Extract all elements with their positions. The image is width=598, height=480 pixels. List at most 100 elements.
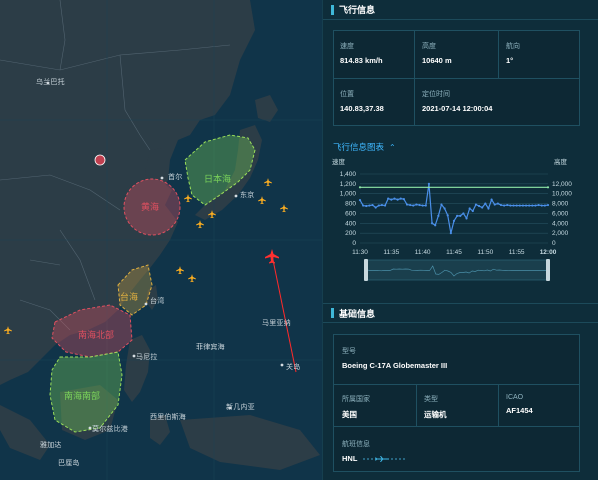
series-point (543, 204, 546, 207)
zone-label-scs-north: 南海北部 (78, 330, 115, 340)
map-view[interactable]: 乌兰巴托 东京 首尔 台湾 马尼拉 西里伯斯海 新几内亚 莫尔兹比港 雅加达 巴… (0, 0, 322, 480)
x-tick-label: 11:45 (446, 249, 462, 256)
series-point (393, 197, 396, 200)
series-point (465, 217, 468, 220)
y-right-tick-label: 10,000 (552, 191, 572, 198)
series-point (546, 203, 550, 207)
series-point (493, 203, 496, 206)
icao-cell: ICAO AF1454 (506, 394, 533, 415)
zoom-handle-right (546, 259, 550, 281)
map-region-label: 新几内亚 (226, 404, 255, 411)
series-point (405, 203, 409, 206)
y-left-tick-label: 0 (352, 240, 356, 247)
series-point (506, 203, 509, 207)
series-point (524, 204, 528, 207)
position-value: 140.83,37.38 (340, 104, 384, 113)
series-point (368, 204, 371, 207)
altitude-value: 10640 m (422, 56, 452, 65)
series-point (474, 203, 478, 206)
x-tick-label: 11:55 (509, 249, 525, 256)
model-value: Boeing C-17A Globemaster III (342, 361, 448, 370)
map-city-label: 雅加达 (40, 442, 62, 449)
route-label: 航班信息 (342, 441, 370, 448)
country-label: 所属国家 (342, 396, 370, 403)
y-right-tick-label: 4,000 (552, 220, 569, 227)
type-label: 类型 (424, 396, 438, 403)
time-label: 定位时间 (422, 91, 450, 98)
country-cell: 所属国家 美国 (342, 394, 370, 420)
icao-value: AF1454 (506, 406, 533, 415)
series-point (365, 204, 368, 208)
series-point (409, 203, 412, 207)
type-cell: 类型 运输机 (424, 394, 447, 420)
y-left-tick-label: 600 (345, 210, 356, 217)
route-cell: 航班信息 HNL (342, 439, 409, 463)
zone-label-sea-of-japan: 日本海 (204, 174, 232, 184)
time-cell: 定位时间 2021-07-14 12:00:04 (422, 89, 492, 113)
y-right-tick-label: 12,000 (552, 181, 572, 188)
series-point (468, 207, 471, 210)
heading-label: 航向 (506, 43, 520, 50)
flight-info-header: 飞行信息 (323, 0, 598, 20)
map-canvas[interactable] (0, 0, 322, 480)
series-point (456, 214, 459, 217)
series-point (528, 204, 531, 207)
speed-cell: 速度 814.83 km/h (340, 41, 383, 65)
series-point (415, 203, 418, 206)
country-value: 美国 (342, 410, 357, 419)
series-point (434, 224, 437, 227)
type-value: 运输机 (424, 410, 447, 419)
capital-marker-icon (94, 154, 106, 166)
series-point (499, 203, 503, 207)
series-point (512, 204, 515, 207)
series-point (371, 203, 374, 207)
series-point (374, 206, 377, 209)
y-right-tick-label: 2,000 (552, 230, 569, 237)
map-region-label: 菲律宾海 (196, 344, 225, 351)
series-point (412, 204, 415, 207)
series-point (430, 222, 434, 225)
series-point (449, 232, 452, 235)
y-left-tick-label: 200 (345, 230, 356, 237)
series-line (359, 183, 549, 234)
y-right-tick-label: 6,000 (552, 210, 569, 217)
y-left-tick-label: 1,200 (340, 181, 357, 188)
flight-info-title: 飞行信息 (339, 5, 376, 15)
series-point (546, 186, 550, 189)
series-point (377, 204, 380, 207)
series-point (443, 207, 446, 210)
zone-label-taiwan-strait: 台海 (120, 292, 139, 302)
series-point (531, 204, 534, 207)
map-city-label: 马尼拉 (136, 354, 158, 361)
x-tick-label: 11:30 (352, 249, 368, 256)
zone-label-scs-south: 南海南部 (64, 391, 101, 401)
series-point (446, 214, 449, 217)
y-left-tick-label: 1,000 (340, 191, 357, 198)
series-point (358, 186, 362, 189)
right-axis-label: 高度 (554, 157, 568, 166)
map-region-label: 巴厘岛 (58, 460, 80, 467)
map-region-label: 马里亚纳 (262, 320, 291, 327)
map-region-label: 西里伯斯海 (150, 414, 186, 421)
series-point (362, 204, 365, 207)
series-point (427, 182, 431, 185)
map-city-label: 莫尔兹比港 (92, 426, 128, 433)
series-point (521, 204, 525, 207)
series-point (471, 209, 474, 213)
series-point (540, 204, 543, 207)
speed-label: 速度 (340, 43, 354, 50)
series-point (459, 214, 462, 217)
series-point (387, 197, 390, 200)
series-point (418, 203, 421, 207)
section-marker-icon (331, 308, 334, 318)
series-point (487, 207, 490, 210)
section-marker-icon (331, 4, 334, 15)
series-point (421, 204, 424, 207)
series-point (477, 204, 481, 208)
series-point (396, 198, 399, 201)
series-point (496, 202, 499, 205)
position-cell: 位置 140.83,37.38 (340, 89, 384, 113)
time-value: 2021-07-14 12:00:04 (422, 104, 493, 113)
series-point (503, 204, 506, 207)
zoom-slider (365, 259, 549, 281)
